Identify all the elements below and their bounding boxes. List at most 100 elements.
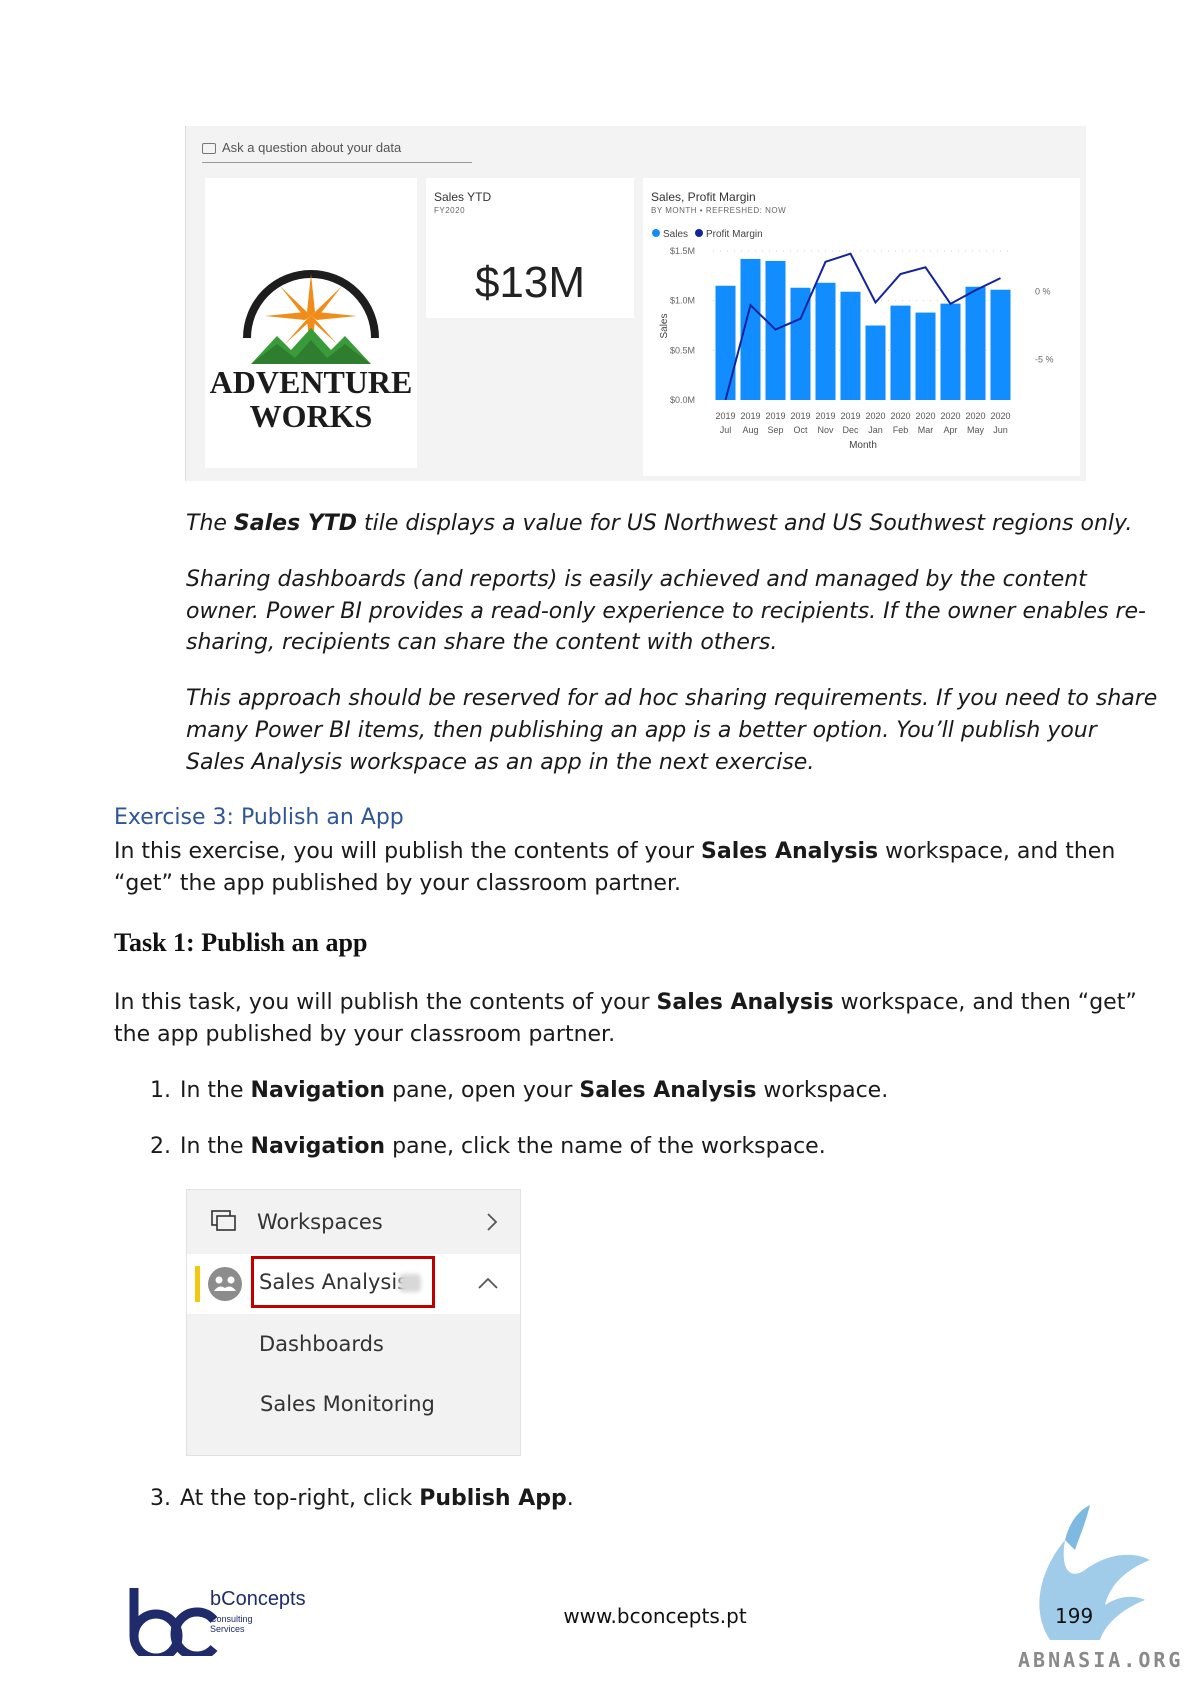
chevron-right-icon xyxy=(487,1213,498,1231)
bconcepts-logo: bConcepts Consulting Services xyxy=(128,1586,306,1663)
x-tick-year: 2019 xyxy=(790,411,810,421)
y-tick-label: $1.0M xyxy=(670,296,695,306)
text-run: At the top-right, click xyxy=(180,1486,420,1511)
x-tick-month: Feb xyxy=(893,425,909,435)
text-run: . xyxy=(566,1486,574,1511)
bold-text-run: Sales Analysis xyxy=(579,1078,757,1103)
sales-bar xyxy=(715,285,736,400)
selected-indicator xyxy=(195,1266,200,1302)
chart-title: Sales, Profit Margin xyxy=(651,190,756,204)
x-tick-year: 2020 xyxy=(965,411,985,421)
step-3: 3. At the top-right, click Publish App. xyxy=(150,1483,574,1515)
x-tick-month: Dec xyxy=(842,425,859,435)
bold-text-run: Navigation xyxy=(250,1078,386,1103)
x-tick-year: 2020 xyxy=(890,411,910,421)
nav-sales-monitoring-label: Sales Monitoring xyxy=(260,1392,435,1416)
exercise-intro-line2: “get” the app published by your classroo… xyxy=(114,871,681,896)
y2-tick-label: -5 % xyxy=(1035,354,1054,364)
workspaces-icon xyxy=(211,1210,236,1231)
x-tick-month: Apr xyxy=(943,425,957,435)
logo-line2: WORKS xyxy=(249,398,373,434)
nav-dashboards-label: Dashboards xyxy=(259,1332,384,1356)
watermark-text: ABNASIA.ORG xyxy=(1018,1648,1184,1672)
qa-search-box[interactable]: Ask a question about your data xyxy=(202,140,472,163)
x-tick-year: 2019 xyxy=(815,411,835,421)
x-tick-year: 2020 xyxy=(990,411,1010,421)
legend-profit-margin-marker xyxy=(695,229,703,237)
x-tick-year: 2020 xyxy=(865,411,885,421)
x-tick-year: 2019 xyxy=(740,411,760,421)
page-number: 199 xyxy=(1055,1604,1094,1628)
text-run: In this task, you will publish the conte… xyxy=(114,990,657,1015)
x-tick-month: May xyxy=(967,425,985,435)
sales-ytd-tile[interactable]: Sales YTD FY2020 $13M xyxy=(426,178,634,318)
x-tick-month: Oct xyxy=(793,425,808,435)
step-1: 1. In the Navigation pane, open your Sale… xyxy=(150,1075,888,1107)
step-2: 2. In the Navigation pane, click the name… xyxy=(150,1131,826,1163)
paragraph-approach-line2: many Power BI items, then publishing an … xyxy=(186,718,1097,743)
x-tick-year: 2019 xyxy=(840,411,860,421)
brand-sub1: Consulting xyxy=(210,1614,253,1624)
chevron-up-icon[interactable] xyxy=(477,1276,499,1290)
nav-item-workspaces[interactable]: Workspaces xyxy=(187,1190,520,1254)
blurred-badge xyxy=(399,1274,421,1292)
x-tick-month: Mar xyxy=(918,425,934,435)
x-tick-month: Jul xyxy=(720,425,732,435)
text-run: tile displays a value for US Northwest a… xyxy=(357,511,1133,536)
sales-bar xyxy=(940,303,961,400)
text-run: pane, click the name of the workspace. xyxy=(385,1134,826,1159)
chart-subtitle: BY MONTH • REFRESHED: NOW xyxy=(651,206,787,215)
brand-sub2: Services xyxy=(210,1624,245,1634)
nav-item-sales-analysis[interactable]: Sales Analysis xyxy=(187,1254,520,1314)
task-intro-line1: In this task, you will publish the conte… xyxy=(114,987,1137,1019)
y-tick-label: $0.5M xyxy=(670,345,695,355)
y-tick-label: $1.5M xyxy=(670,246,695,256)
sales-bar xyxy=(865,325,886,400)
x-tick-month: Jan xyxy=(868,425,883,435)
text-run: In this exercise, you will publish the c… xyxy=(114,839,702,864)
y2-tick-label: 0 % xyxy=(1035,287,1051,297)
adventure-works-logo xyxy=(243,270,379,364)
x-tick-year: 2020 xyxy=(940,411,960,421)
sales-profit-margin-tile[interactable]: Sales, Profit Margin BY MONTH • REFRESHE… xyxy=(643,178,1080,476)
combo-chart: Sales Profit Margin $0.0M $0.5M $1.0M $1.5M 0 … xyxy=(652,229,1054,451)
y-axis-title: Sales xyxy=(659,313,670,338)
text-run: In the xyxy=(180,1078,251,1103)
text-run: pane, open your xyxy=(385,1078,580,1103)
step-number: 1. xyxy=(150,1078,171,1103)
bold-text-run: Sales YTD xyxy=(233,511,358,536)
text-run: workspace, and then xyxy=(878,839,1116,864)
dashboard-screenshot: Ask a question about your data ADVENTURE… xyxy=(185,126,1086,481)
exercise-intro-line1: In this exercise, you will publish the c… xyxy=(114,836,1115,868)
nav-sales-analysis-label: Sales Analysis xyxy=(259,1270,409,1294)
text-run: workspace. xyxy=(756,1078,889,1103)
sales-bar xyxy=(965,286,986,400)
workspace-avatar-icon xyxy=(208,1267,242,1301)
bold-text-run: Publish App xyxy=(419,1486,567,1511)
x-tick-year: 2019 xyxy=(765,411,785,421)
x-tick-month: Aug xyxy=(742,425,758,435)
step-number: 3. xyxy=(150,1486,171,1511)
x-tick-year: 2020 xyxy=(915,411,935,421)
x-tick-month: Nov xyxy=(817,425,834,435)
footer-url: www.bconcepts.pt xyxy=(563,1604,747,1628)
nav-item-sales-monitoring[interactable]: Sales Monitoring xyxy=(187,1374,520,1434)
legend-sales-marker xyxy=(652,229,660,237)
paragraph-sharing-line3: sharing, recipients can share the conten… xyxy=(186,630,778,655)
bold-text-run: Sales Analysis xyxy=(656,990,834,1015)
sales-bar xyxy=(915,312,936,400)
nav-item-dashboards[interactable]: Dashboards xyxy=(187,1314,520,1374)
qa-placeholder: Ask a question about your data xyxy=(222,140,402,155)
bold-text-run: Sales Analysis xyxy=(701,839,879,864)
legend-sales-label: Sales xyxy=(663,229,688,240)
x-tick-month: Jun xyxy=(993,425,1008,435)
text-run: In the xyxy=(180,1134,251,1159)
logo-line1: ADVENTURE xyxy=(209,364,413,400)
sales-bar xyxy=(840,291,861,400)
step-number: 2. xyxy=(150,1134,171,1159)
logo-tile[interactable]: ADVENTURE WORKS xyxy=(205,178,417,468)
y-tick-label: $0.0M xyxy=(670,395,695,405)
x-axis-title: Month xyxy=(849,440,877,451)
sales-bar xyxy=(990,289,1011,400)
x-tick-month: Sep xyxy=(767,425,783,435)
